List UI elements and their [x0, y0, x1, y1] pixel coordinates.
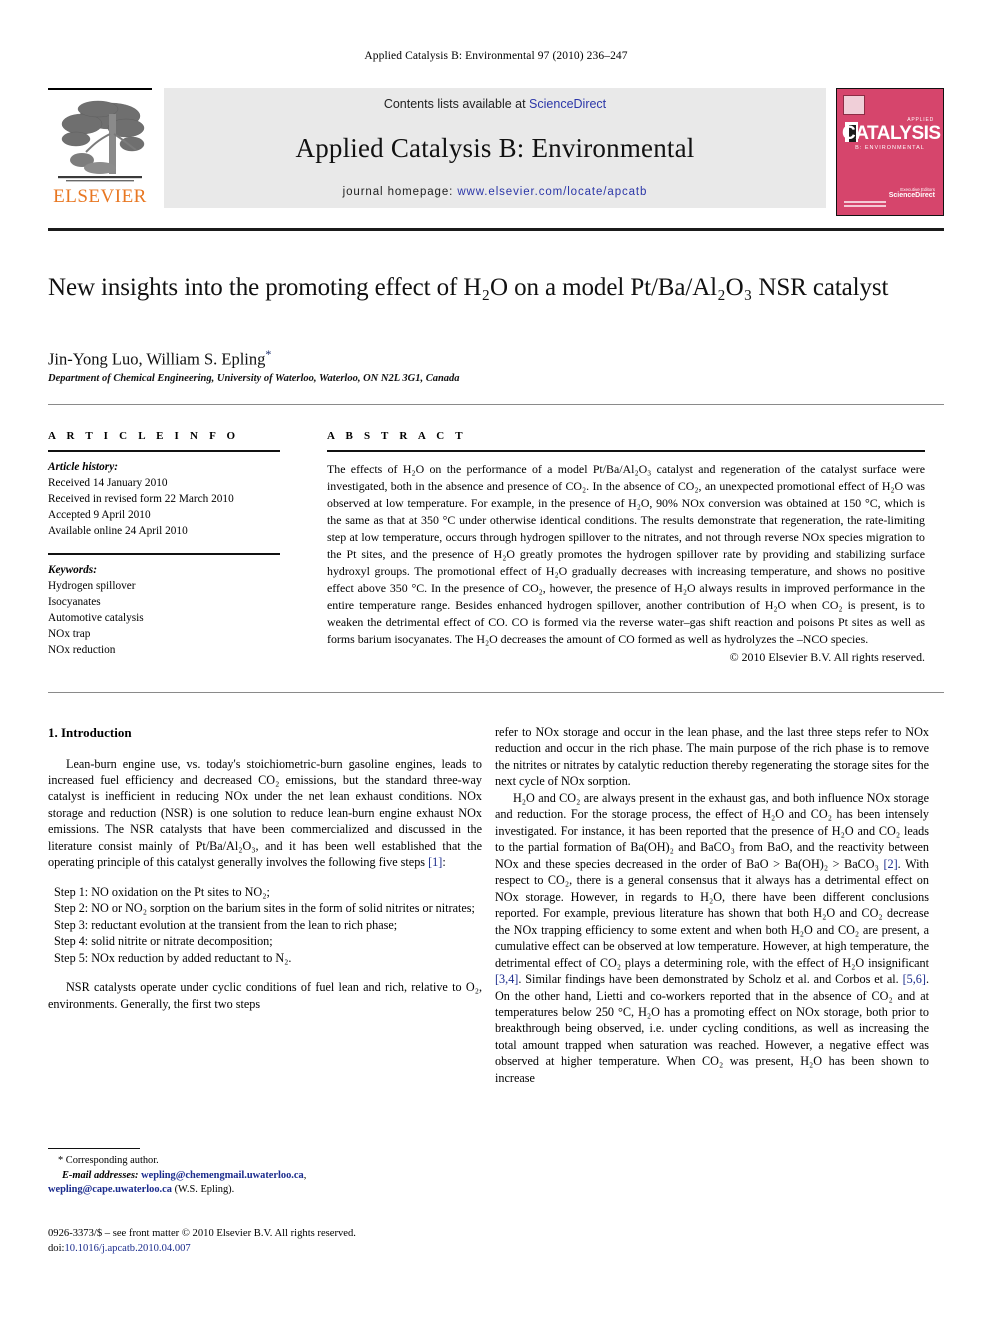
imprint-line: 0926-3373/$ – see front matter © 2010 El… [48, 1228, 356, 1239]
citation-ref-5-6[interactable]: [5,6] [903, 972, 926, 986]
step-item: Step 5: NOx reduction by added reductant… [54, 950, 292, 965]
article-info-rule [48, 450, 280, 452]
keywords-label: Keywords: [48, 564, 97, 577]
abstract-bottom-divider [48, 692, 944, 693]
journal-banner: ELSEVIER Contents lists available at Sci… [48, 88, 944, 220]
keyword-item: Hydrogen spillover [48, 580, 136, 593]
article-history-block: Article history: Received 14 January 201… [48, 459, 280, 539]
top-divider [48, 404, 944, 405]
article-info-heading: A R T I C L E I N F O [48, 430, 240, 442]
running-head: Applied Catalysis B: Environmental 97 (2… [364, 50, 628, 62]
step-item: Step 2: NO or NO₂ sorption on the barium… [54, 901, 475, 916]
corresponding-author-note: * Corresponding author. [58, 1155, 159, 1166]
history-item: Received 14 January 2010 [48, 477, 168, 490]
sciencedirect-link[interactable]: ScienceDirect [529, 97, 606, 111]
footnote-block: * Corresponding author. E-mail addresses… [48, 1148, 482, 1198]
citation-ref-3-4[interactable]: [3,4] [495, 972, 518, 986]
citation-ref-2[interactable]: [2] [883, 857, 897, 871]
cover-elsevier-icon [843, 95, 865, 115]
journal-homepage-line: journal homepage: www.elsevier.com/locat… [343, 186, 648, 198]
section-heading-introduction: 1. Introduction [48, 725, 132, 740]
cover-sciencedirect-block: Executive Editors ScienceDirect [889, 187, 935, 199]
body-column-right: refer to NOx storage and occur in the le… [495, 724, 929, 1086]
paragraph-intro-2: NSR catalysts operate under cyclic condi… [48, 980, 482, 1011]
cover-sciencedirect-label: ScienceDirect [888, 192, 935, 199]
keyword-item: NOx trap [48, 628, 91, 641]
email-address-2[interactable]: wepling@cape.uwaterloo.ca [48, 1184, 172, 1195]
abstract-copyright: © 2010 Elsevier B.V. All rights reserved… [729, 650, 925, 665]
email-label: E-mail addresses: [62, 1169, 139, 1181]
article-history-label: Article history: [48, 461, 118, 473]
history-item: Accepted 9 April 2010 [48, 509, 151, 522]
doi-line: doi:10.1016/j.apcatb.2010.04.007 [48, 1241, 518, 1256]
paragraph-intro-1: Lean-burn engine use, vs. today's stoich… [48, 756, 482, 870]
abstract-heading: A B S T R A C T [327, 430, 467, 442]
keywords-rule [48, 553, 280, 556]
paragraph-right-2: H₂O and CO₂ are always present in the ex… [495, 790, 929, 1086]
doi-label: doi: [48, 1243, 65, 1255]
doi-link[interactable]: 10.1016/j.apcatb.2010.04.007 [64, 1243, 190, 1254]
elsevier-tree-icon [58, 100, 145, 182]
paragraph-right-2c: . Similar findings have been demonstrate… [518, 972, 903, 987]
email-address-1[interactable]: wepling@chemengmail.uwaterloo.ca [141, 1170, 304, 1181]
footnote-rule [48, 1148, 140, 1149]
steps-list: Step 1: NO oxidation on the Pt sites to … [48, 884, 482, 966]
email-line-2: wepling@cape.uwaterloo.ca (W.S. Epling). [48, 1183, 482, 1198]
keywords-block: Keywords: Hydrogen spillover Isocyanates… [48, 562, 280, 658]
elsevier-logo: ELSEVIER [48, 88, 152, 220]
contents-list-line: Contents lists available at ScienceDirec… [384, 97, 606, 111]
journal-cover-thumbnail: APPLIED CATALYSIS B: ENVIRONMENTAL Execu… [836, 88, 944, 216]
step-item: Step 4: solid nitrite or nitrate decompo… [54, 934, 273, 949]
paragraph-right-2a: H₂O and CO₂ are always present in the ex… [495, 790, 929, 871]
cover-subtitle-label: B: ENVIRONMENTAL [855, 145, 925, 151]
journal-title: Applied Catalysis B: Environmental [295, 133, 695, 163]
journal-banner-center: Contents lists available at ScienceDirec… [164, 88, 826, 208]
paper-page: Applied Catalysis B: Environmental 97 (2… [0, 0, 992, 1323]
paragraph-right-2d: . On the other hand, Lietti and co-worke… [495, 972, 929, 1085]
history-item: Received in revised form 22 March 2010 [48, 493, 234, 506]
cover-barcode [844, 199, 886, 207]
cover-catalysis-label: CATALYSIS [842, 123, 941, 144]
paragraph-right-2b: . With respect to CO₂, there is a genera… [495, 856, 929, 970]
page-title: New insights into the promoting effect o… [48, 274, 889, 301]
step-item: Step 1: NO oxidation on the Pt sites to … [54, 884, 270, 899]
citation-ref-1[interactable]: [1] [428, 855, 442, 869]
homepage-prefix: journal homepage: [342, 186, 458, 198]
paragraph-right-1: refer to NOx storage and occur in the le… [495, 725, 929, 789]
corresponding-author-marker: * [265, 347, 272, 361]
paragraph-intro-1-text: Lean-burn engine use, vs. today's stoich… [48, 756, 482, 870]
email-owner: (W.S. Epling). [174, 1184, 235, 1196]
journal-homepage-link[interactable]: www.elsevier.com/locate/apcatb [457, 186, 647, 198]
abstract-column: A B S T R A C T The effects of H₂O on th… [327, 430, 925, 665]
banner-divider [48, 228, 944, 231]
affiliation: Department of Chemical Engineering, Univ… [48, 373, 460, 384]
step-item: Step 3: reductant evolution at the trans… [54, 917, 398, 932]
author-list: Jin-Yong Luo, William S. Epling* [48, 347, 271, 370]
contents-prefix: Contents lists available at [383, 97, 530, 111]
abstract-text: The effects of H₂O on the performance of… [327, 462, 925, 647]
email-line: E-mail addresses: wepling@chemengmail.uw… [62, 1169, 307, 1181]
keyword-item: NOx reduction [48, 644, 116, 657]
imprint-block: 0926-3373/$ – see front matter © 2010 El… [48, 1226, 518, 1257]
abstract-rule [327, 450, 925, 452]
author-names: Jin-Yong Luo, William S. Epling [48, 349, 266, 369]
article-info-column: A R T I C L E I N F O Article history: R… [48, 430, 280, 658]
elsevier-wordmark: ELSEVIER [53, 186, 147, 207]
history-item: Available online 24 April 2010 [48, 525, 188, 538]
body-column-left: 1. Introduction Lean-burn engine use, vs… [48, 724, 482, 1012]
keyword-item: Automotive catalysis [48, 612, 144, 625]
keyword-item: Isocyanates [48, 596, 101, 609]
